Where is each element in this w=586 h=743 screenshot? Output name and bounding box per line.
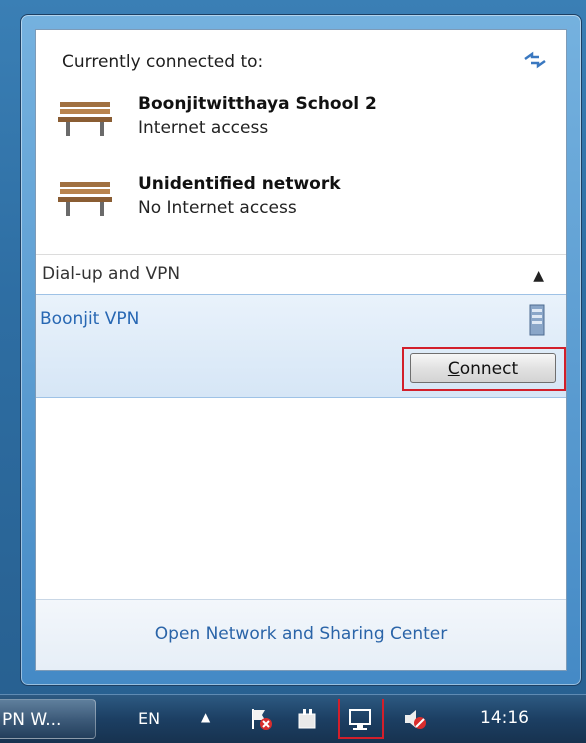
network-item[interactable]: Unidentified network No Internet access	[56, 174, 536, 228]
open-network-sharing-center-link[interactable]: Open Network and Sharing Center	[36, 624, 566, 644]
network-status: No Internet access	[138, 198, 297, 218]
connect-button[interactable]: Connect	[410, 353, 556, 383]
bench-network-icon	[58, 182, 112, 216]
network-name: Boonjitwitthaya School 2	[138, 94, 377, 114]
network-flyout-frame: Currently connected to: Boonjitwitthaya …	[20, 14, 582, 686]
chevron-up-icon[interactable]: ▲	[533, 268, 544, 284]
vpn-connection-item[interactable]: Boonjit VPN Connect	[36, 294, 566, 398]
refresh-icon[interactable]	[522, 50, 548, 70]
dialup-vpn-header[interactable]: Dial-up and VPN ▲	[36, 256, 566, 296]
network-flyout-panel: Currently connected to: Boonjitwitthaya …	[35, 29, 567, 671]
network-status: Internet access	[138, 118, 269, 138]
network-item[interactable]: Boonjitwitthaya School 2 Internet access	[56, 94, 536, 148]
taskbar-app-button[interactable]: PN W...	[0, 699, 96, 739]
clock-time[interactable]: 14:16	[480, 708, 529, 728]
current-connections-section: Currently connected to: Boonjitwitthaya …	[36, 30, 566, 252]
bench-network-icon	[58, 102, 112, 136]
connect-button-label: Connect	[447, 359, 519, 379]
volume-muted-icon[interactable]	[402, 706, 428, 732]
dialup-vpn-label: Dial-up and VPN	[42, 264, 181, 284]
vpn-name: Boonjit VPN	[40, 309, 140, 329]
vpn-connection-icon	[529, 304, 545, 336]
power-plug-icon[interactable]	[294, 706, 320, 732]
action-center-flag-icon[interactable]	[248, 706, 274, 732]
flyout-footer: Open Network and Sharing Center	[36, 600, 566, 670]
taskbar: PN W... EN ▲ 14:16	[0, 694, 586, 743]
network-name: Unidentified network	[138, 174, 341, 194]
show-hidden-icons-arrow[interactable]: ▲	[201, 710, 210, 724]
language-indicator[interactable]: EN	[138, 709, 160, 728]
section-divider	[36, 254, 566, 255]
current-connections-title: Currently connected to:	[62, 52, 264, 72]
network-icon[interactable]	[348, 706, 374, 732]
